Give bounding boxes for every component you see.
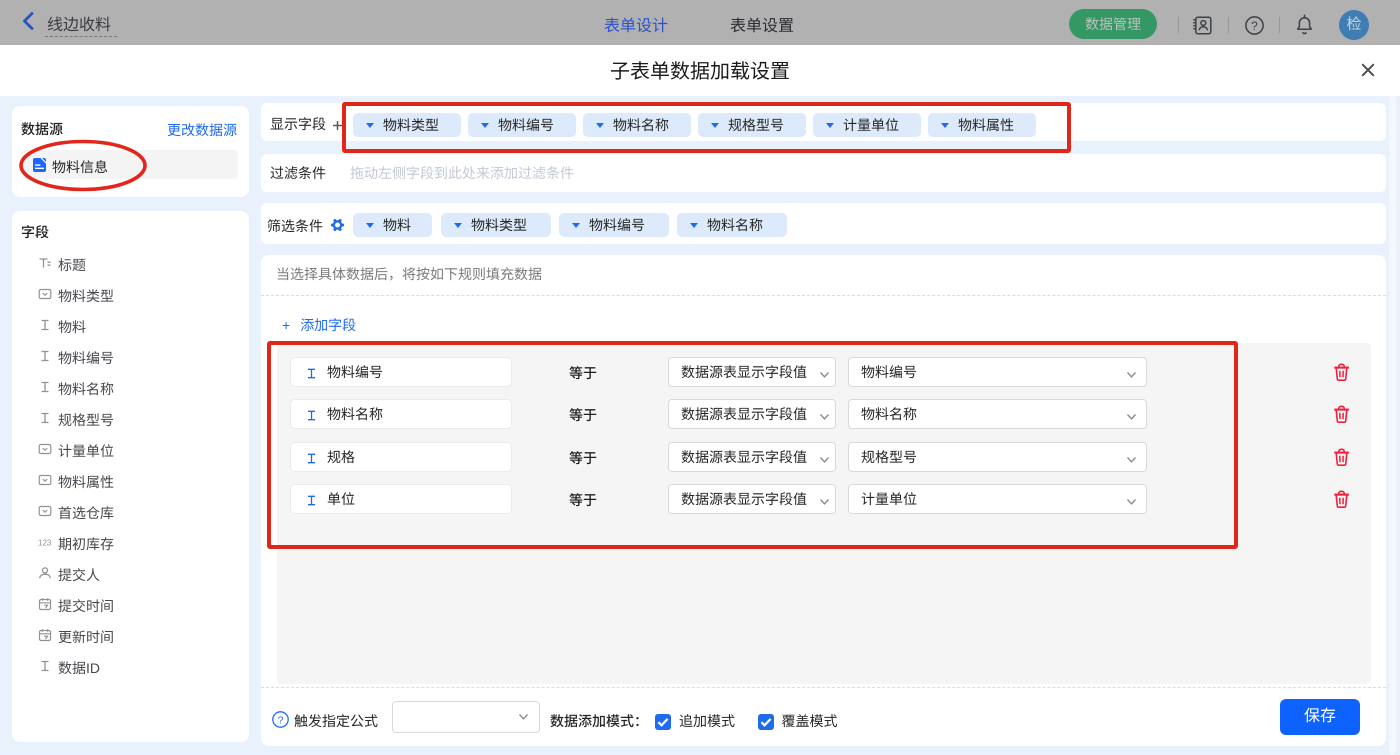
svg-text:?: ? xyxy=(1251,19,1258,33)
svg-text:?: ? xyxy=(278,714,284,726)
svg-text:123: 123 xyxy=(38,539,52,548)
